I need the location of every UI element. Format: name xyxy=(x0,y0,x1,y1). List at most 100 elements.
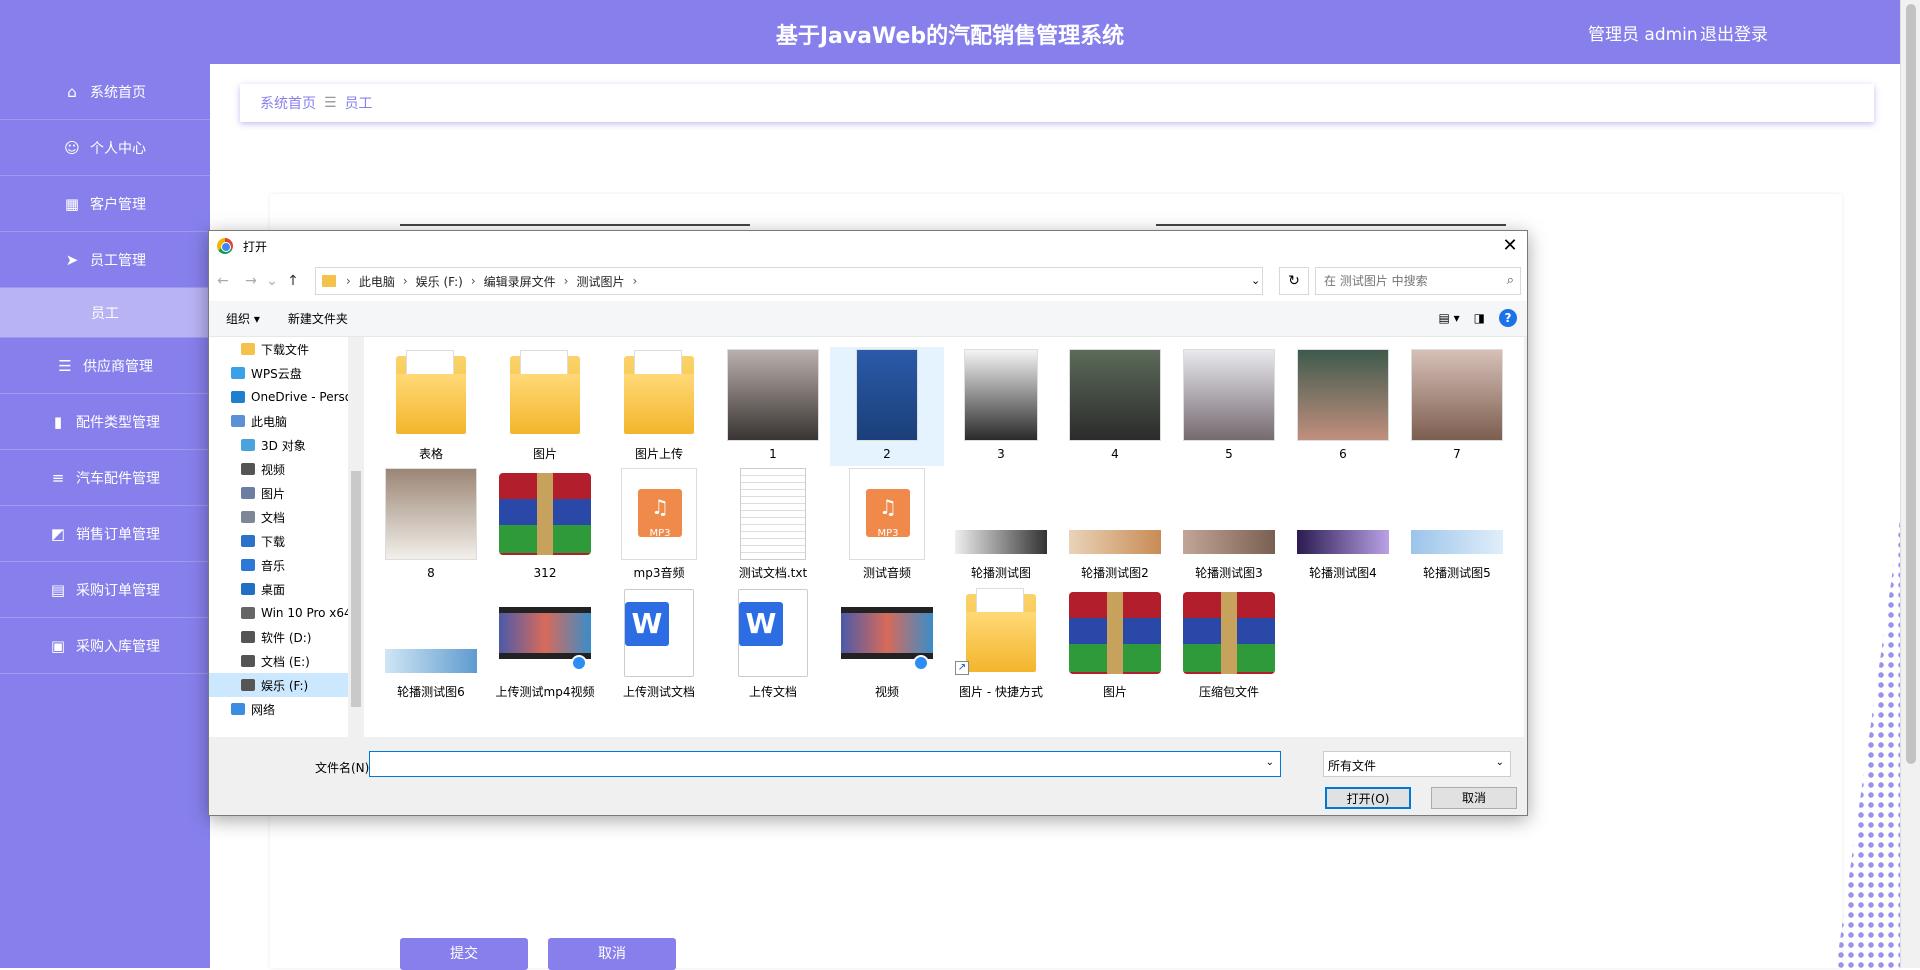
sidebar-item[interactable]: 员工 xyxy=(0,288,210,338)
chevron-right-icon[interactable]: › xyxy=(403,274,408,288)
sidebar-item[interactable]: ▮ 配件类型管理 xyxy=(0,394,210,450)
filename-input[interactable] xyxy=(370,752,1250,776)
tree-item-label: 娱乐 (F:) xyxy=(261,678,309,693)
file-item[interactable]: 上传测试mp4视频 xyxy=(488,585,602,704)
refresh-icon[interactable]: ↻ xyxy=(1279,267,1309,295)
file-item[interactable]: 压缩包文件 xyxy=(1172,585,1286,704)
search-box[interactable]: ⌕ xyxy=(1315,267,1521,295)
file-item[interactable]: 7 xyxy=(1400,347,1514,466)
organize-button[interactable]: 组织 ▾ xyxy=(226,310,260,327)
search-input[interactable] xyxy=(1316,268,1486,294)
tree-item[interactable]: 下载 xyxy=(209,529,364,553)
file-item[interactable]: 5 xyxy=(1172,347,1286,466)
sidebar-item[interactable]: ☰ 供应商管理 xyxy=(0,338,210,394)
chevron-right-icon[interactable]: › xyxy=(564,274,569,288)
file-name: 图片 xyxy=(1102,685,1127,699)
file-item[interactable]: ♫ MP3 mp3音频 xyxy=(602,466,716,585)
dialog-cancel-button[interactable]: 取消 xyxy=(1431,787,1517,809)
file-item[interactable]: 轮播测试图2 xyxy=(1058,466,1172,585)
search-icon[interactable]: ⌕ xyxy=(1507,273,1514,288)
sidebar-item[interactable]: ▦ 客户管理 xyxy=(0,176,210,232)
page-scrollbar[interactable] xyxy=(1900,0,1920,968)
file-item[interactable]: W 上传测试文档 xyxy=(602,585,716,704)
tree-item[interactable]: 图片 xyxy=(209,481,364,505)
decorative-dots xyxy=(1836,520,1900,968)
sidebar-item[interactable]: ➤ 员工管理 xyxy=(0,232,210,288)
open-button[interactable]: 打开(O) xyxy=(1325,787,1411,809)
forward-icon[interactable]: → xyxy=(237,273,265,289)
tree-item[interactable]: 下载文件 xyxy=(209,337,364,361)
address-dropdown-icon[interactable]: ⌄ xyxy=(1251,274,1260,287)
preview-pane-icon[interactable]: ◨ xyxy=(1474,311,1485,325)
up-icon[interactable]: ↑ xyxy=(279,273,307,289)
sidebar-item[interactable]: ≡ 汽车配件管理 xyxy=(0,450,210,506)
cancel-button[interactable]: 取消 xyxy=(548,938,676,970)
path-crumb[interactable]: 娱乐 (F:) xyxy=(416,273,463,290)
text-file-icon xyxy=(740,468,806,560)
back-icon[interactable]: ← xyxy=(209,273,237,289)
file-item[interactable]: 轮播测试图5 xyxy=(1400,466,1514,585)
tree-scrollbar-thumb[interactable] xyxy=(351,471,361,707)
tree-item[interactable]: 此电脑 xyxy=(209,409,364,433)
tree-item[interactable]: 音乐 xyxy=(209,553,364,577)
file-item[interactable]: 轮播测试图3 xyxy=(1172,466,1286,585)
new-folder-button[interactable]: 新建文件夹 xyxy=(288,310,348,327)
tree-item[interactable]: 文档 (E:) xyxy=(209,649,364,673)
file-item[interactable]: 4 xyxy=(1058,347,1172,466)
file-item[interactable]: 1 xyxy=(716,347,830,466)
chevron-down-icon[interactable]: ⌄ xyxy=(1496,757,1504,768)
tree-item[interactable]: 软件 (D:) xyxy=(209,625,364,649)
view-options-icon[interactable]: ▤ ▾ xyxy=(1438,311,1459,325)
tree-item[interactable]: 桌面 xyxy=(209,577,364,601)
history-icon[interactable]: ⌄ xyxy=(265,273,279,289)
file-item[interactable]: 3 xyxy=(944,347,1058,466)
chevron-down-icon[interactable]: ⌄ xyxy=(1266,757,1274,768)
file-item[interactable]: 312 xyxy=(488,466,602,585)
tree-item[interactable]: OneDrive - Perso xyxy=(209,385,364,409)
tree-item[interactable]: 网络 xyxy=(209,697,364,721)
file-item[interactable]: 8 xyxy=(374,466,488,585)
submit-button[interactable]: 提交 xyxy=(400,938,528,970)
file-item[interactable]: 表格 xyxy=(374,347,488,466)
path-crumb[interactable]: 此电脑 xyxy=(359,273,395,290)
file-item[interactable]: 图片 xyxy=(488,347,602,466)
address-bar[interactable]: › 此电脑 › 娱乐 (F:) › 编辑录屏文件 › 测试图片 › xyxy=(315,267,1263,295)
breadcrumb-home[interactable]: 系统首页 xyxy=(260,93,316,113)
tree-item[interactable]: 文档 xyxy=(209,505,364,529)
file-item[interactable]: 图片 xyxy=(1058,585,1172,704)
file-item[interactable]: 轮播测试图6 xyxy=(374,585,488,704)
file-item[interactable]: 2 xyxy=(830,347,944,466)
sidebar-item[interactable]: ◩ 销售订单管理 xyxy=(0,506,210,562)
close-icon[interactable]: ✕ xyxy=(1499,235,1521,257)
tree-item[interactable]: 视频 xyxy=(209,457,364,481)
tree-item[interactable]: 娱乐 (F:) xyxy=(209,673,364,697)
file-item[interactable]: 轮播测试图 xyxy=(944,466,1058,585)
tree-scrollbar[interactable] xyxy=(348,337,364,737)
help-icon[interactable]: ? xyxy=(1499,309,1517,327)
chevron-right-icon[interactable]: › xyxy=(633,274,638,288)
file-item[interactable]: 6 xyxy=(1286,347,1400,466)
chevron-right-icon[interactable]: › xyxy=(346,274,351,288)
file-item[interactable]: 图片上传 xyxy=(602,347,716,466)
sidebar-item[interactable]: ▤ 采购订单管理 xyxy=(0,562,210,618)
file-item[interactable]: ♫ MP3 测试音频 xyxy=(830,466,944,585)
tree-item[interactable]: Win 10 Pro x64 xyxy=(209,601,364,625)
sidebar-item[interactable]: ☺ 个人中心 xyxy=(0,120,210,176)
tree-item[interactable]: WPS云盘 xyxy=(209,361,364,385)
filetype-select[interactable]: 所有文件 ⌄ xyxy=(1323,751,1511,777)
sidebar-item[interactable]: ⌂ 系统首页 xyxy=(0,64,210,120)
sidebar-item[interactable]: ▣ 采购入库管理 xyxy=(0,618,210,674)
file-item[interactable]: 视频 xyxy=(830,585,944,704)
file-thumbnail xyxy=(499,468,591,560)
file-item[interactable]: 测试文档.txt xyxy=(716,466,830,585)
logout-link[interactable]: 退出登录 xyxy=(1700,20,1768,45)
scrollbar-thumb[interactable] xyxy=(1906,4,1916,764)
chevron-right-icon[interactable]: › xyxy=(471,274,476,288)
file-item[interactable]: 轮播测试图4 xyxy=(1286,466,1400,585)
file-item[interactable]: ↗ 图片 - 快捷方式 xyxy=(944,585,1058,704)
filename-field[interactable]: ⌄ xyxy=(369,751,1281,777)
file-item[interactable]: W 上传文档 xyxy=(716,585,830,704)
tree-item[interactable]: 3D 对象 xyxy=(209,433,364,457)
path-crumb[interactable]: 测试图片 xyxy=(576,273,624,290)
path-crumb[interactable]: 编辑录屏文件 xyxy=(484,273,556,290)
